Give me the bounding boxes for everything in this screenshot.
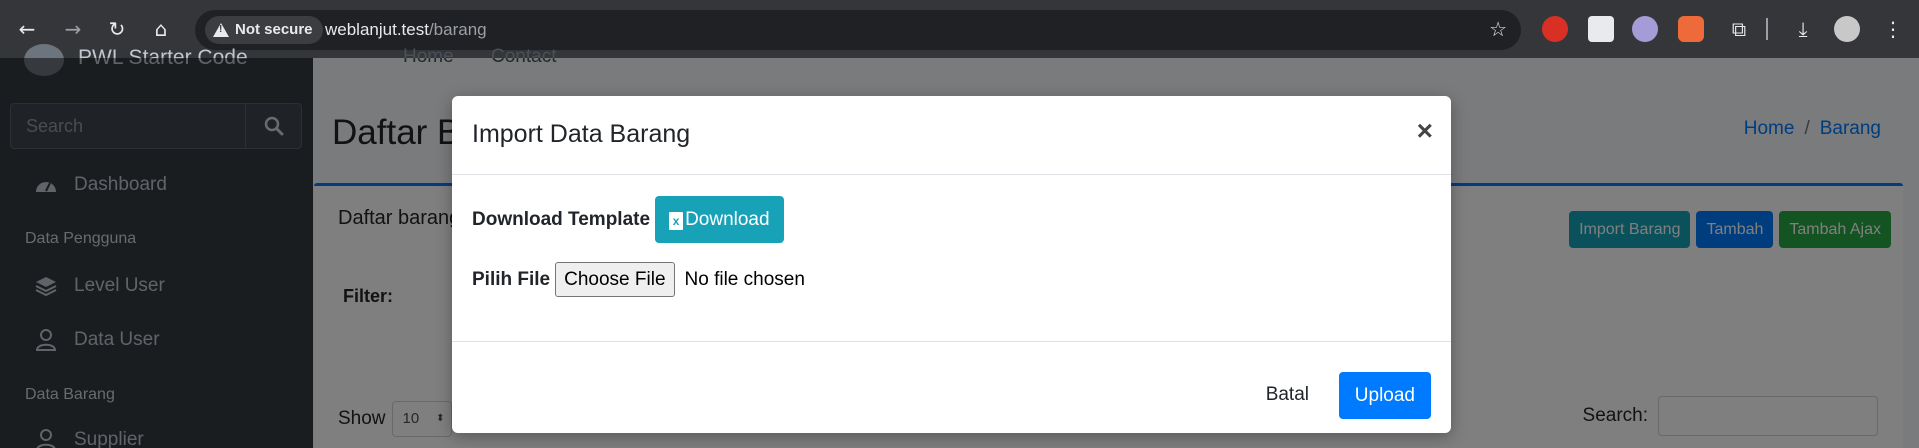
file-status: No file chosen — [684, 268, 805, 290]
url-host: weblanjut.test — [325, 20, 429, 39]
menu-kebab-icon[interactable]: ⋮ — [1878, 14, 1908, 44]
cancel-button[interactable]: Batal — [1252, 372, 1323, 417]
back-icon[interactable]: ← — [12, 14, 42, 44]
modal-title: Import Data Barang — [472, 120, 691, 148]
file-label: Pilih File — [472, 268, 551, 290]
browser-toolbar: ← → ↻ ⌂ Not secure weblanjut.test/barang… — [0, 0, 1919, 58]
download-template-row: Download Template x Download — [472, 196, 784, 243]
modal-body: Download Template x Download Pilih File … — [452, 175, 1451, 342]
choose-file-button[interactable]: Choose File — [555, 262, 675, 297]
modal-header: Import Data Barang × — [452, 96, 1451, 175]
upload-button[interactable]: Upload — [1338, 372, 1431, 419]
url-path: /barang — [428, 20, 487, 39]
security-label: Not secure — [235, 21, 313, 38]
extension-orange-icon[interactable] — [1678, 16, 1704, 42]
modal-footer: Batal Upload — [452, 342, 1451, 433]
extension-ghost-icon[interactable] — [1632, 16, 1658, 42]
download-button[interactable]: x Download — [655, 196, 784, 243]
forward-icon[interactable]: → — [58, 14, 88, 44]
extension-tab-icon[interactable] — [1588, 16, 1614, 42]
url-text[interactable]: weblanjut.test/barang — [325, 10, 487, 50]
extension-adblock-icon[interactable] — [1542, 16, 1568, 42]
home-icon[interactable]: ⌂ — [146, 14, 176, 44]
download-icon[interactable]: ⤓ — [1788, 14, 1818, 44]
warning-icon — [213, 23, 229, 37]
toolbar-divider — [1766, 18, 1768, 40]
reload-icon[interactable]: ↻ — [102, 14, 132, 44]
profile-avatar[interactable] — [1834, 16, 1860, 42]
close-icon[interactable]: × — [1417, 116, 1433, 146]
download-button-label: Download — [685, 208, 770, 230]
bookmark-star-icon[interactable]: ☆ — [1489, 10, 1507, 50]
import-modal: Import Data Barang × Download Template x… — [452, 96, 1451, 433]
excel-file-icon: x — [669, 211, 684, 230]
download-template-label: Download Template — [472, 208, 651, 230]
file-input-row: Pilih File Choose File No file chosen — [472, 262, 805, 297]
extensions-puzzle-icon[interactable]: ⧉ — [1724, 14, 1754, 44]
address-bar[interactable]: Not secure weblanjut.test/barang ☆ — [195, 10, 1521, 50]
security-chip[interactable]: Not secure — [205, 16, 323, 44]
